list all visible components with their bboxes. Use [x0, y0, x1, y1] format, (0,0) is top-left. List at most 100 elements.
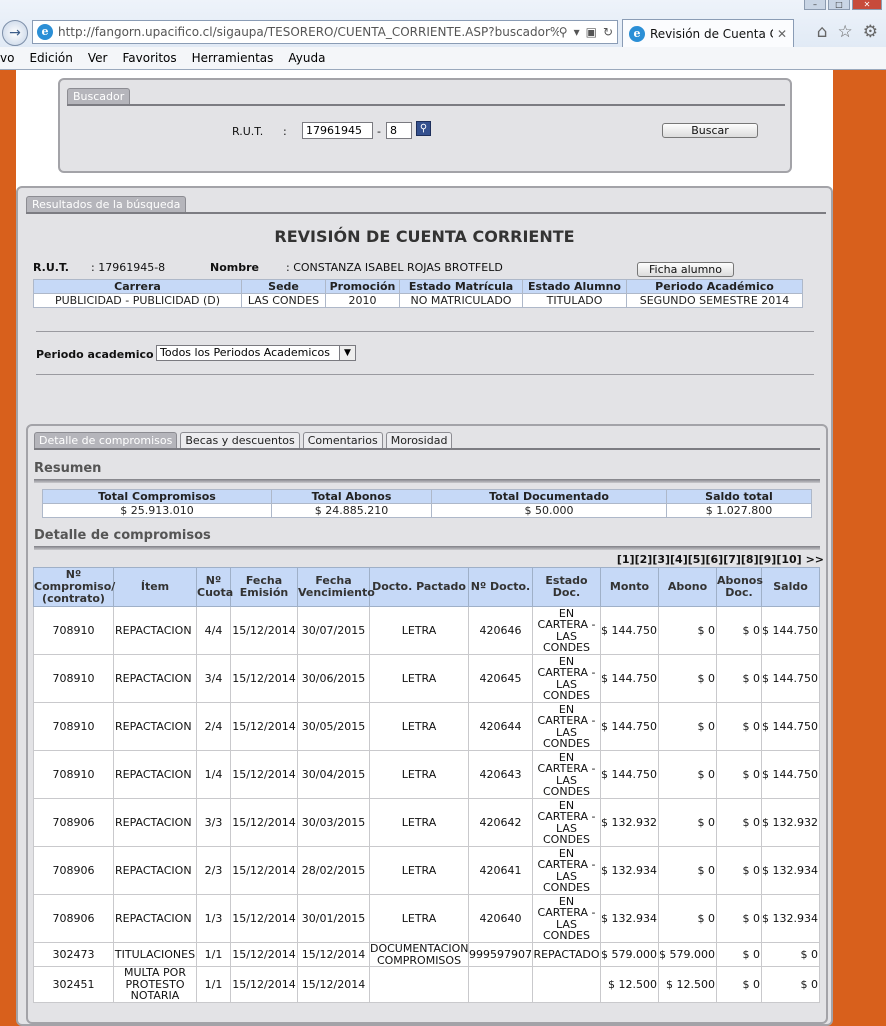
th-abonos-doc: Abonos Doc.	[716, 567, 763, 607]
tab-close-icon[interactable]: ✕	[777, 27, 787, 41]
cell-cuota: 2/3	[196, 846, 231, 895]
tab-comentarios[interactable]: Comentarios	[302, 432, 383, 448]
cell-fecha-emision: 15/12/2014	[230, 750, 298, 799]
compatibility-icon[interactable]: ▣	[586, 25, 597, 39]
browser-tab[interactable]: e Revisión de Cuenta C... ✕	[622, 19, 794, 47]
page-link-3[interactable]: [3]	[652, 553, 670, 566]
student-info-table: Carrera Sede Promoción Estado Matrícula …	[33, 279, 803, 308]
buscador-tab[interactable]: Buscador	[67, 88, 131, 104]
settings-gear-icon[interactable]: ⚙	[863, 22, 878, 42]
menu-item-edicion[interactable]: Edición	[29, 51, 72, 65]
resumen-val-abonos: $ 24.885.210	[271, 503, 432, 518]
window-controls: – □ ✕	[804, 0, 882, 10]
cell-abono: $ 0	[658, 846, 717, 895]
home-icon[interactable]: ⌂	[817, 22, 828, 42]
col-periodo-academico: Periodo Académico	[626, 279, 803, 294]
cell-saldo: $ 144.750	[761, 702, 820, 751]
page-link-4[interactable]: [4]	[670, 553, 688, 566]
tab-detalle-compromisos[interactable]: Detalle de compromisos	[34, 432, 178, 448]
cell-monto: $ 579.000	[600, 942, 659, 967]
col-estado-alumno: Estado Alumno	[522, 279, 627, 294]
rut-info-value: : 17961945-8	[91, 261, 166, 274]
cell-compromiso: 708906	[33, 894, 114, 943]
cell-abonos-doc: $ 0	[716, 750, 762, 799]
cell-docto-pactado: LETRA	[369, 894, 469, 943]
dropdown-arrow-icon[interactable]: ▾	[574, 25, 580, 39]
menu-item-herramientas[interactable]: Herramientas	[192, 51, 274, 65]
cell-abonos-doc: $ 0	[716, 894, 762, 943]
cell-estado-doc	[532, 966, 601, 1003]
close-window-icon[interactable]: ✕	[852, 0, 882, 10]
cell-fecha-emision: 15/12/2014	[230, 966, 298, 1003]
val-promocion: 2010	[325, 293, 400, 308]
search-button[interactable]: Buscar	[662, 123, 758, 138]
th-monto: Monto	[600, 567, 659, 607]
page-link-5[interactable]: [5]	[688, 553, 706, 566]
browser-tools: ⌂ ☆ ⚙	[817, 22, 878, 42]
page-link-8[interactable]: [8]	[741, 553, 759, 566]
url-text[interactable]: http://fangorn.upacifico.cl/sigaupa/TESO…	[58, 25, 559, 39]
tab-title: Revisión de Cuenta C...	[650, 26, 773, 41]
resultados-tab[interactable]: Resultados de la búsqueda	[26, 196, 187, 212]
page-link-6[interactable]: [6]	[705, 553, 723, 566]
minimize-icon[interactable]: –	[804, 0, 826, 10]
page-link-9[interactable]: [9]	[759, 553, 777, 566]
cell-abonos-doc: $ 0	[716, 798, 762, 847]
th-saldo: Saldo	[761, 567, 820, 607]
cell-num-docto: 420642	[468, 798, 533, 847]
ficha-alumno-button[interactable]: Ficha alumno	[637, 262, 734, 277]
page-link-1[interactable]: [1]	[617, 553, 635, 566]
menu-item-ver[interactable]: Ver	[88, 51, 108, 65]
search-icon[interactable]: ⚲	[559, 25, 568, 39]
dv-input[interactable]: 8	[386, 122, 412, 139]
col-carrera: Carrera	[33, 279, 242, 294]
periodo-select[interactable]: Todos los Periodos Academicos ▼	[156, 345, 356, 361]
ie-page-icon: e	[37, 24, 53, 40]
table-row: 302473 TITULACIONES 1/1 15/12/2014 15/12/201…	[33, 942, 820, 967]
cell-estado-doc: EN CARTERA - LAS CONDES	[532, 606, 601, 655]
table-row: 708906 REPACTACION 3/3 15/12/2014 30/03/2015…	[33, 798, 820, 847]
cell-fecha-vencimiento: 30/03/2015	[297, 798, 370, 847]
maximize-icon[interactable]: □	[828, 0, 850, 10]
cell-docto-pactado	[369, 966, 469, 1003]
cell-docto-pactado: LETRA	[369, 750, 469, 799]
th-abono: Abono	[658, 567, 717, 607]
rut-input[interactable]: 17961945	[302, 122, 373, 139]
magnifier-icon[interactable]: ⚲	[416, 121, 431, 136]
refresh-icon[interactable]: ↻	[603, 25, 613, 39]
detalle-compromisos-title: Detalle de compromisos	[34, 528, 211, 543]
cell-item: REPACTACION	[113, 894, 197, 943]
cell-num-docto: 420645	[468, 654, 533, 703]
resultados-rule	[26, 212, 826, 214]
resumen-col-documentado: Total Documentado	[431, 489, 667, 504]
favorites-star-icon[interactable]: ☆	[838, 22, 853, 42]
cell-monto: $ 144.750	[600, 750, 659, 799]
cell-fecha-vencimiento: 30/01/2015	[297, 894, 370, 943]
cell-saldo: $ 144.750	[761, 606, 820, 655]
th-estado-doc: Estado Doc.	[532, 567, 601, 607]
page-title: REVISIÓN DE CUENTA CORRIENTE	[274, 227, 575, 246]
menu-item-archivo[interactable]: vo	[0, 51, 14, 65]
address-bar[interactable]: e http://fangorn.upacifico.cl/sigaupa/TE…	[32, 20, 618, 44]
cell-fecha-emision: 15/12/2014	[230, 606, 298, 655]
cell-monto: $ 132.932	[600, 798, 659, 847]
tab-morosidad[interactable]: Morosidad	[385, 432, 453, 448]
page-next-link[interactable]: >>	[806, 553, 824, 566]
cell-compromiso: 302473	[33, 942, 114, 967]
select-chevron-down-icon[interactable]: ▼	[339, 346, 355, 360]
back-arrow-icon[interactable]: →	[2, 20, 28, 46]
cell-num-docto: 420646	[468, 606, 533, 655]
page-link-10[interactable]: [10]	[776, 553, 801, 566]
page-link-2[interactable]: [2]	[635, 553, 653, 566]
page-content: Buscador R.U.T. : 17961945 - 8 ⚲ Buscar …	[16, 70, 833, 1026]
table-row: 302451 MULTA POR PROTESTO NOTARIA 1/1 15/12…	[33, 966, 820, 1003]
resumen-rule	[34, 479, 820, 483]
periodo-select-value: Todos los Periodos Academicos	[160, 346, 330, 359]
col-promocion: Promoción	[325, 279, 400, 294]
page-link-7[interactable]: [7]	[723, 553, 741, 566]
cell-item: REPACTACION	[113, 702, 197, 751]
tab-becas-descuentos[interactable]: Becas y descuentos	[180, 432, 300, 448]
cell-docto-pactado: DOCUMENTACION COMPROMISOS	[369, 942, 469, 967]
menu-item-favoritos[interactable]: Favoritos	[122, 51, 176, 65]
menu-item-ayuda[interactable]: Ayuda	[288, 51, 325, 65]
